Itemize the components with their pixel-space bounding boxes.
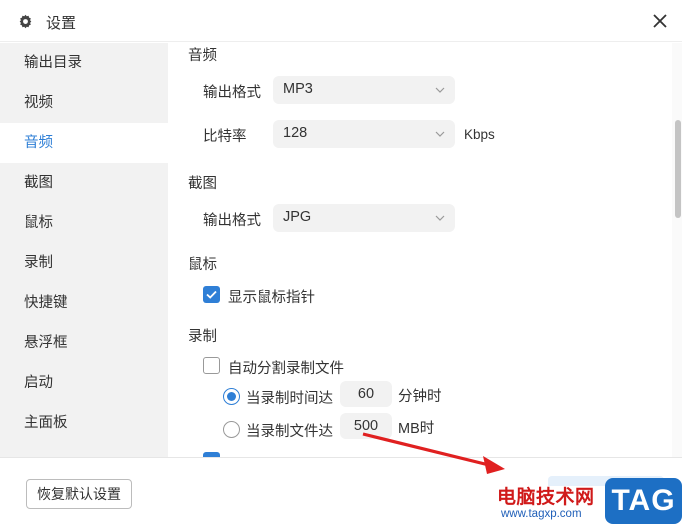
sidebar-item-floating-box[interactable]: 悬浮框 bbox=[0, 323, 168, 363]
settings-sidebar: 输出目录 视频 音频 截图 鼠标 录制 快捷键 悬浮框 启动 主面板 bbox=[0, 43, 168, 457]
split-by-time-label: 当录制时间达 bbox=[246, 391, 333, 407]
screenshot-format-label: 输出格式 bbox=[203, 213, 261, 229]
split-minutes-input[interactable]: 60 bbox=[340, 381, 392, 407]
sidebar-item-shortcuts[interactable]: 快捷键 bbox=[0, 283, 168, 323]
site-watermark: 电脑技术网 www.tagxp.com TAG bbox=[497, 478, 682, 526]
audio-format-value: MP3 bbox=[283, 81, 313, 97]
audio-heading: 音频 bbox=[188, 48, 217, 64]
watermark-url: www.tagxp.com bbox=[501, 508, 582, 520]
auto-split-checkbox[interactable] bbox=[203, 357, 220, 374]
screenshot-format-select[interactable]: JPG bbox=[273, 204, 455, 232]
watermark-tag-logo: TAG bbox=[605, 478, 682, 524]
sidebar-item-startup[interactable]: 启动 bbox=[0, 363, 168, 403]
auto-split-label: 自动分割录制文件 bbox=[228, 361, 344, 377]
close-icon[interactable] bbox=[650, 11, 670, 31]
content-scrollbar-track[interactable] bbox=[672, 43, 682, 457]
chevron-down-icon bbox=[435, 215, 445, 221]
sidebar-item-mouse[interactable]: 鼠标 bbox=[0, 203, 168, 243]
screenshot-heading: 截图 bbox=[188, 176, 217, 192]
annotation-arrow bbox=[362, 432, 505, 474]
content-scrollbar-thumb[interactable] bbox=[675, 120, 681, 218]
settings-content: 音频 输出格式 MP3 比特率 128 Kbps 截图 输出格式 JPG 鼠标 … bbox=[168, 43, 682, 457]
sidebar-item-video[interactable]: 视频 bbox=[0, 83, 168, 123]
watermark-text: 电脑技术网 bbox=[497, 487, 595, 508]
reset-defaults-button[interactable]: 恢复默认设置 bbox=[26, 479, 132, 509]
audio-bitrate-label: 比特率 bbox=[203, 129, 247, 145]
split-by-size-radio[interactable] bbox=[223, 421, 240, 438]
title-bar: 设置 bbox=[0, 0, 682, 42]
window-title: 设置 bbox=[46, 15, 77, 32]
sidebar-item-main-panel[interactable]: 主面板 bbox=[0, 403, 168, 443]
recording-heading: 录制 bbox=[188, 329, 217, 345]
mouse-heading: 鼠标 bbox=[188, 257, 217, 273]
sidebar-item-output-dir[interactable]: 输出目录 bbox=[0, 43, 168, 83]
split-minutes-unit: 分钟时 bbox=[398, 389, 442, 405]
check-icon bbox=[206, 290, 217, 299]
audio-bitrate-unit: Kbps bbox=[464, 127, 495, 142]
show-pointer-checkbox[interactable] bbox=[203, 286, 220, 303]
split-by-size-label: 当录制文件达 bbox=[246, 424, 333, 440]
sidebar-item-recording[interactable]: 录制 bbox=[0, 243, 168, 283]
screenshot-format-value: JPG bbox=[283, 209, 312, 225]
sidebar-item-screenshot[interactable]: 截图 bbox=[0, 163, 168, 203]
audio-format-label: 输出格式 bbox=[203, 85, 261, 101]
split-by-time-radio[interactable] bbox=[223, 388, 240, 405]
gear-icon bbox=[19, 14, 32, 29]
sidebar-item-audio[interactable]: 音频 bbox=[0, 123, 168, 163]
chevron-down-icon bbox=[435, 131, 445, 137]
audio-format-select[interactable]: MP3 bbox=[273, 76, 455, 104]
audio-bitrate-value: 128 bbox=[283, 125, 308, 141]
show-pointer-label: 显示鼠标指针 bbox=[228, 290, 315, 306]
chevron-down-icon bbox=[435, 87, 445, 93]
audio-bitrate-select[interactable]: 128 bbox=[273, 120, 455, 148]
